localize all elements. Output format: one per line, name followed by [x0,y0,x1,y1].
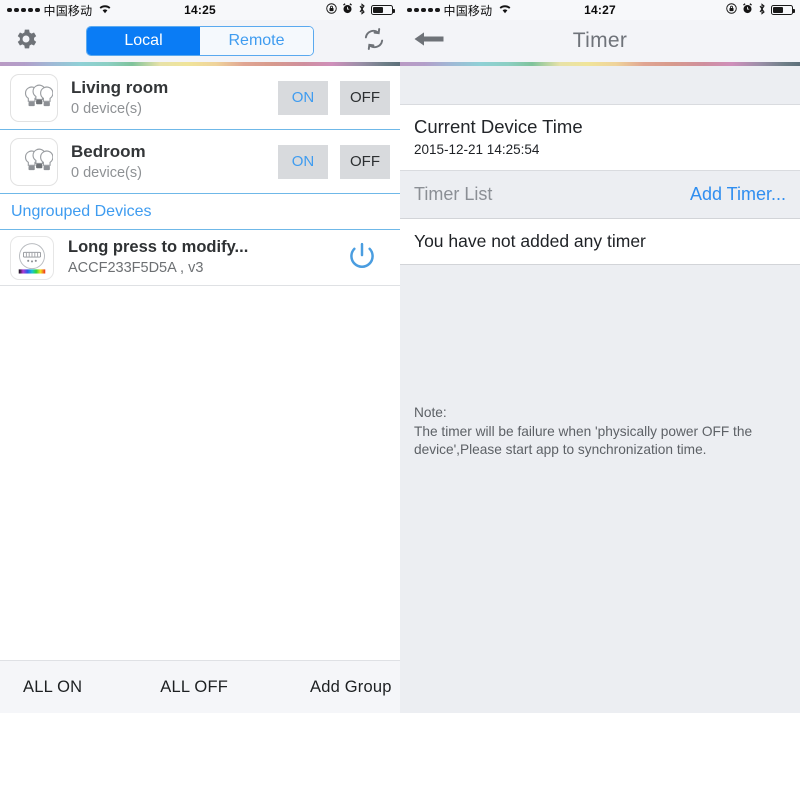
group-off-button[interactable]: OFF [340,80,390,115]
nav-bar-left: Local Remote [0,20,400,62]
device-mac-version: ACCF233F5D5A , v3 [68,260,204,276]
group-controls-bedroom: ON OFF [278,144,390,179]
ungrouped-devices-header: Ungrouped Devices [0,194,400,230]
power-icon [342,242,382,282]
group-on-button[interactable]: ON [278,144,328,179]
rgb-controller-icon [10,235,54,280]
status-bar-right-group [726,2,796,18]
group-device-count: 0 device(s) [71,164,142,181]
bluetooth-icon [358,2,366,18]
left-bottom-toolbar: ALL ON ALL OFF Add Group [0,660,400,713]
bluetooth-icon [758,2,766,18]
right-screen: 中国移动 14:27 Timer Current Device Time 201… [400,0,800,713]
right-top-gap [400,66,800,104]
rotation-lock-icon [326,3,337,17]
group-name: Bedroom [71,141,146,161]
status-bar-left: 中国移动 14:25 [0,0,400,20]
left-empty-space [0,286,400,640]
group-controls-living-room: ON OFF [278,80,390,115]
refresh-button[interactable] [361,26,387,57]
group-on-button[interactable]: ON [278,80,328,115]
device-power-button[interactable] [342,238,382,278]
timer-list-header: Timer List Add Timer... [400,171,800,219]
bulb-group-icon [10,73,58,122]
device-text: Long press to modify... ACCF233F5D5A , v… [68,237,342,278]
alarm-clock-icon [342,3,353,17]
settings-button[interactable] [13,26,39,57]
group-name: Living room [71,77,169,97]
group-text-living-room: Living room 0 device(s) [71,77,278,119]
all-on-button[interactable]: ALL ON [23,678,82,697]
battery-icon [371,5,396,15]
group-row-bedroom[interactable]: Bedroom 0 device(s) ON OFF [0,130,400,194]
group-off-button[interactable]: OFF [340,144,390,179]
nav-bar-right: Timer [400,20,800,62]
segment-local[interactable]: Local [87,27,200,55]
rotation-lock-icon [726,3,737,17]
gear-icon [13,26,39,57]
device-row[interactable]: Long press to modify... ACCF233F5D5A , v… [0,230,400,286]
page-title: Timer [572,29,628,52]
timer-note: Note: The timer will be failure when 'ph… [414,405,753,457]
group-device-count: 0 device(s) [71,100,142,117]
segment-remote[interactable]: Remote [200,27,313,55]
timer-empty-message: You have not added any timer [400,219,800,265]
status-bar-right: 中国移动 14:27 [400,0,800,20]
current-device-time-card: Current Device Time 2015-12-21 14:25:54 [400,104,800,171]
group-row-living-room[interactable]: Living room 0 device(s) ON OFF [0,66,400,130]
add-timer-button[interactable]: Add Timer... [690,184,786,205]
group-text-bedroom: Bedroom 0 device(s) [71,141,278,183]
left-screen: 中国移动 14:25 Local Remote Living room 0 de… [0,0,400,713]
device-name: Long press to modify... [68,238,249,256]
bottom-white-fill [0,713,800,800]
battery-icon [771,5,796,15]
refresh-icon [361,26,387,57]
timer-list-label: Timer List [414,184,493,204]
back-button[interactable] [413,29,445,54]
all-off-button[interactable]: ALL OFF [160,678,228,697]
add-group-button[interactable]: Add Group [310,678,392,697]
local-remote-segmented-control[interactable]: Local Remote [86,26,314,56]
back-arrow-icon [413,29,445,54]
alarm-clock-icon [742,3,753,17]
dual-screenshot-container: 中国移动 14:25 Local Remote Living room 0 de… [0,0,800,713]
current-device-time-value: 2015-12-21 14:25:54 [414,142,540,157]
bulb-group-icon [10,137,58,186]
status-bar-right-group [326,2,396,18]
current-device-time-label: Current Device Time [414,116,583,137]
